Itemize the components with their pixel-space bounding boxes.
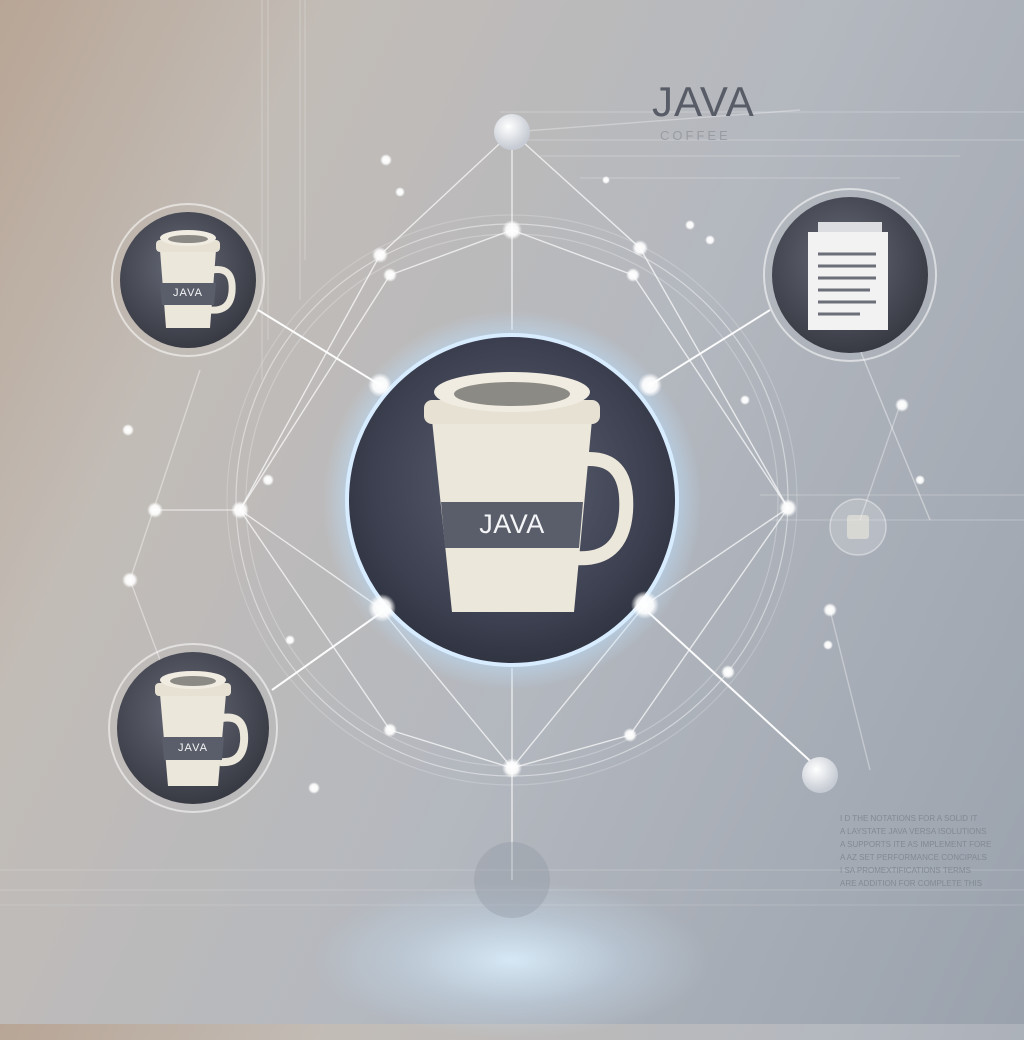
faint-node-bottom [474,842,550,918]
side-cup-label-bottom: JAVA [178,742,208,754]
center-cup-label: JAVA [479,509,545,539]
brand-subtitle: COFFEE [660,128,731,143]
side-node-top-right [763,188,937,362]
faint-cup-icon [847,515,869,539]
orb-bottom-right [802,757,838,793]
side-node-bottom-left [108,643,278,813]
document-icon [808,222,888,330]
orb-top [494,114,530,150]
text-line: A LAYSTATE JAVA VERSA ISOLUTIONS [840,827,987,836]
side-cup-label-top: JAVA [173,287,203,299]
text-line: ARE ADDITION FOR COMPLETE THIS [840,879,983,888]
text-line: I D THE NOTATIONS FOR A SOLID IT [840,814,978,823]
text-line: A SUPPORTS ITE AS IMPLEMENT FORE [840,840,992,849]
brand-title: JAVA [652,78,755,125]
text-line: A AZ SET PERFORMANCE CONCIPALS [840,853,987,862]
side-node-top-left [111,203,265,357]
text-line: I SA PROMEXTIFICATIONS TERMS [840,866,971,875]
text-block: I D THE NOTATIONS FOR A SOLID IT A LAYST… [840,812,1024,890]
